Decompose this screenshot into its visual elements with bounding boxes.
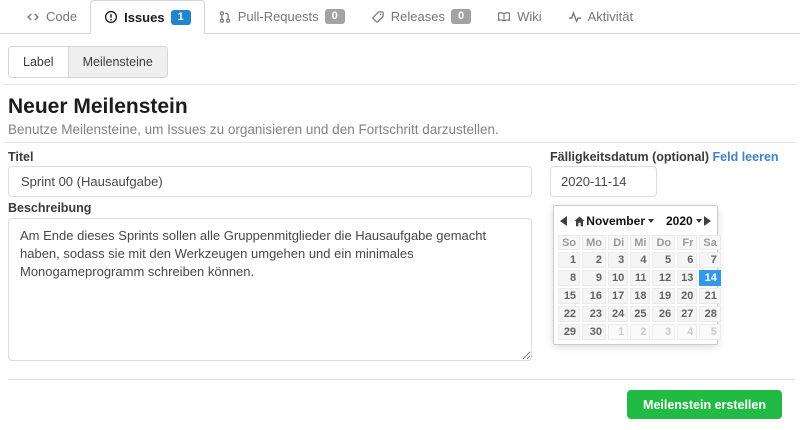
tab-activity[interactable]: Aktivität: [555, 0, 647, 33]
calendar-day[interactable]: 2: [630, 324, 650, 340]
today-button[interactable]: [573, 213, 586, 229]
title-label: Titel: [8, 150, 33, 164]
calendar-day[interactable]: 1: [608, 324, 628, 340]
tag-icon: [371, 10, 385, 24]
due-date-input[interactable]: [550, 166, 657, 197]
divider: [8, 379, 795, 380]
divider: [4, 84, 796, 85]
calendar-grid: SoMoDiMiDoFrSa12345678910111213141516171…: [558, 235, 713, 340]
home-icon: [573, 215, 586, 228]
tab-label: Releases: [391, 9, 445, 24]
calendar-day[interactable]: 3: [608, 252, 628, 268]
tab-issues[interactable]: Issues 1: [90, 0, 205, 34]
description-label: Beschreibung: [8, 201, 91, 215]
issue-opened-icon: [104, 10, 118, 24]
calendar-day[interactable]: 9: [582, 270, 606, 286]
calendar-day[interactable]: 4: [677, 324, 697, 340]
calendar-day[interactable]: 18: [630, 288, 650, 304]
code-icon: [26, 10, 40, 24]
calendar-day[interactable]: 12: [652, 270, 675, 286]
weekday-header: Di: [608, 235, 628, 250]
calendar-day[interactable]: 17: [608, 288, 628, 304]
repo-tab-bar: Code Issues 1 Pull-Requests 0 Releases 0: [0, 0, 800, 34]
book-icon: [497, 10, 511, 24]
calendar-day[interactable]: 29: [558, 324, 580, 340]
create-milestone-button[interactable]: Meilenstein erstellen: [627, 390, 782, 419]
tab-pull-requests[interactable]: Pull-Requests 0: [205, 0, 358, 33]
tab-label: Pull-Requests: [238, 9, 319, 24]
tab-labels[interactable]: Label: [9, 47, 68, 77]
calendar-day[interactable]: 6: [677, 252, 697, 268]
due-date-label-text: Fälligkeitsdatum (optional): [550, 150, 709, 164]
calendar-day[interactable]: 23: [582, 306, 606, 322]
tab-code[interactable]: Code: [13, 0, 90, 33]
weekday-header: Sa: [699, 235, 720, 250]
calendar-day[interactable]: 16: [582, 288, 606, 304]
page-title: Neuer Meilenstein: [8, 95, 188, 119]
calendar-day[interactable]: 21: [699, 288, 720, 304]
weekday-header: Fr: [677, 235, 697, 250]
calendar-day[interactable]: 3: [652, 324, 675, 340]
month-label: November: [586, 214, 645, 228]
weekday-header: So: [558, 235, 580, 250]
chevron-left-icon: [560, 216, 567, 226]
page-subtitle: Benutze Meilensteine, um Issues zu organ…: [8, 122, 499, 137]
issues-count-badge: 1: [171, 10, 191, 25]
calendar-day[interactable]: 11: [630, 270, 650, 286]
month-select[interactable]: November: [586, 214, 654, 228]
previous-month-button[interactable]: [558, 213, 569, 229]
calendar-day[interactable]: 28: [699, 306, 720, 322]
calendar-day[interactable]: 19: [652, 288, 675, 304]
calendar-day[interactable]: 4: [630, 252, 650, 268]
calendar-day[interactable]: 8: [558, 270, 580, 286]
releases-count-badge: 0: [451, 9, 471, 24]
description-textarea[interactable]: Am Ende dieses Sprints sollen alle Grupp…: [8, 218, 532, 361]
calendar-day[interactable]: 13: [677, 270, 697, 286]
tab-label: Wiki: [517, 9, 542, 24]
calendar-day[interactable]: 30: [582, 324, 606, 340]
clear-field-link[interactable]: Feld leeren: [713, 150, 779, 164]
pull-requests-count-badge: 0: [325, 9, 345, 24]
datepicker-calendar: November 2020 SoMoDiMiDoFrSa123456789101…: [553, 205, 718, 345]
calendar-day[interactable]: 1: [558, 252, 580, 268]
calendar-day[interactable]: 10: [608, 270, 628, 286]
chevron-down-icon: [648, 219, 654, 223]
calendar-day[interactable]: 5: [699, 324, 720, 340]
tab-wiki[interactable]: Wiki: [484, 0, 555, 33]
calendar-day[interactable]: 26: [652, 306, 675, 322]
calendar-day[interactable]: 7: [699, 252, 720, 268]
calendar-day[interactable]: 20: [677, 288, 697, 304]
weekday-header: Do: [652, 235, 675, 250]
tab-releases[interactable]: Releases 0: [358, 0, 484, 33]
calendar-day[interactable]: 2: [582, 252, 606, 268]
chevron-right-icon: [704, 216, 711, 226]
calendar-month-year: November 2020: [586, 214, 701, 228]
calendar-day-selected[interactable]: 14: [699, 270, 720, 286]
year-select[interactable]: 2020: [666, 214, 702, 228]
calendar-day[interactable]: 25: [630, 306, 650, 322]
title-input[interactable]: [8, 166, 532, 197]
calendar-day[interactable]: 27: [677, 306, 697, 322]
divider: [4, 142, 796, 143]
calendar-day[interactable]: 5: [652, 252, 675, 268]
weekday-header: Mi: [630, 235, 650, 250]
tab-label: Issues: [124, 10, 164, 25]
new-milestone-page: Code Issues 1 Pull-Requests 0 Releases 0: [0, 0, 800, 430]
due-date-label: Fälligkeitsdatum (optional) Feld leeren: [550, 150, 779, 164]
next-month-button[interactable]: [702, 213, 713, 229]
year-label: 2020: [666, 214, 693, 228]
tab-label: Aktivität: [588, 9, 634, 24]
calendar-day[interactable]: 24: [608, 306, 628, 322]
calendar-day[interactable]: 22: [558, 306, 580, 322]
tab-label: Code: [46, 9, 77, 24]
calendar-header: November 2020: [558, 210, 713, 232]
pulse-icon: [568, 10, 582, 24]
calendar-day[interactable]: 15: [558, 288, 580, 304]
tab-milestones[interactable]: Meilensteine: [68, 47, 167, 77]
issue-filter-tabs: Label Meilensteine: [8, 46, 168, 78]
git-pull-request-icon: [218, 10, 232, 24]
weekday-header: Mo: [582, 235, 606, 250]
